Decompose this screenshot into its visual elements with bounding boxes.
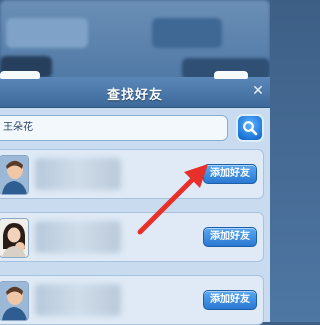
search-button[interactable] bbox=[236, 114, 264, 142]
close-button[interactable]: ✕ bbox=[250, 83, 266, 99]
friend-result-row: 添加好友 bbox=[0, 149, 264, 199]
player-name-blurred bbox=[35, 221, 121, 253]
avatar bbox=[0, 218, 29, 258]
search-icon bbox=[243, 121, 258, 136]
background-tab bbox=[6, 18, 88, 48]
annotation-arrow-icon bbox=[137, 164, 208, 235]
avatar bbox=[0, 155, 29, 195]
background-tab bbox=[152, 18, 222, 48]
friend-result-row: 添加好友 bbox=[0, 212, 264, 262]
search-input[interactable]: 王朵花 bbox=[0, 115, 228, 141]
friend-result-row: 添加好友 bbox=[0, 275, 264, 325]
player-name-blurred bbox=[35, 158, 121, 190]
dialog-title: 查找好友 bbox=[106, 88, 163, 103]
snow-decoration bbox=[0, 71, 40, 79]
player-name-blurred bbox=[35, 284, 121, 316]
avatar bbox=[0, 281, 29, 321]
snow-decoration bbox=[214, 71, 248, 79]
add-friend-button[interactable]: 添加好友 bbox=[203, 290, 257, 310]
dialog-title-bar: 查找好友 ✕ bbox=[0, 71, 270, 108]
